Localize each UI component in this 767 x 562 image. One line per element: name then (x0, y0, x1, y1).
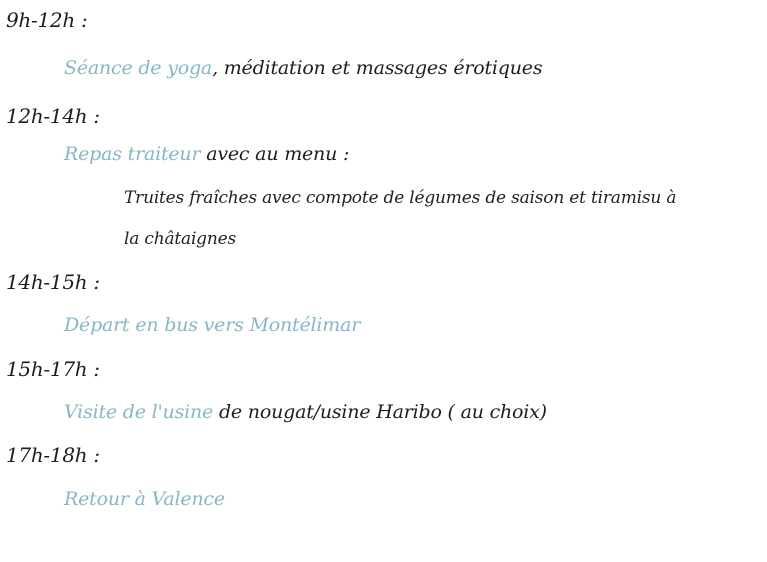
activity-3-highlight: Départ en bus vers Montélimar (64, 314, 361, 336)
menu-line-2: la châtaignes (124, 229, 237, 249)
activity-3: Départ en bus vers Montélimar (64, 313, 360, 337)
activity-2-text: avec au menu : (200, 143, 350, 165)
activity-4-highlight: Visite de l'usine (64, 401, 214, 423)
activity-4: Visite de l'usine de nougat/usine Haribo… (64, 400, 547, 424)
activity-1-highlight: Séance de yoga (64, 57, 213, 79)
activity-1-text: , méditation et massages érotiques (212, 57, 543, 79)
activity-5: Retour à Valence (64, 487, 225, 511)
activity-2-highlight: Repas traiteur (64, 143, 201, 165)
time-slot-5: 17h-18h : (6, 443, 100, 467)
activity-4-text: de nougat/usine Haribo ( au choix) (213, 401, 547, 423)
activity-5-highlight: Retour à Valence (64, 488, 225, 510)
time-slot-1: 9h-12h : (6, 8, 88, 32)
menu-line-1: Truites fraîches avec compote de légumes… (124, 188, 677, 208)
time-slot-2: 12h-14h : (6, 104, 100, 128)
schedule-document: 9h-12h : Séance de yoga, méditation et m… (0, 0, 767, 562)
activity-2: Repas traiteur avec au menu : (64, 142, 349, 166)
time-slot-3: 14h-15h : (6, 270, 100, 294)
activity-1: Séance de yoga, méditation et massages é… (64, 56, 543, 80)
time-slot-4: 15h-17h : (6, 357, 100, 381)
